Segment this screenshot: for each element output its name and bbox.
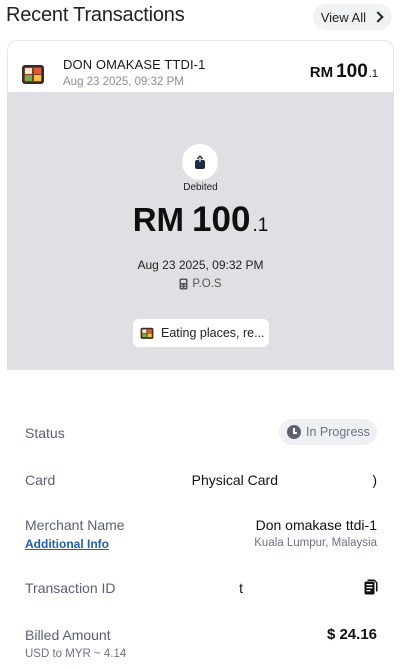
bento-box-icon xyxy=(140,327,154,339)
transaction-date: Aug 23 2025, 09:32 PM xyxy=(63,76,184,88)
category-label: Eating places, re... xyxy=(161,326,265,340)
channel-row: P.O.S xyxy=(7,278,394,290)
merchant-label: Merchant Name xyxy=(25,517,125,533)
card-terminal-icon xyxy=(179,278,188,290)
billed-amount-label: Billed Amount xyxy=(25,627,111,643)
transaction-detail-panel: Debited RM 100 .1 Aug 23 2025, 09:32 PM … xyxy=(7,92,394,370)
additional-info-link[interactable]: Additional Info xyxy=(25,537,109,551)
amount-decimal: .1 xyxy=(368,68,378,80)
header: Recent Transactions View All xyxy=(0,0,400,34)
merchant-location: Kuala Lumpur, Malaysia xyxy=(254,537,377,549)
detail-amount: RM 100 .1 xyxy=(7,200,394,240)
category-chip[interactable]: Eating places, re... xyxy=(133,319,269,347)
clock-icon xyxy=(287,425,301,439)
detail-date: Aug 23 2025, 09:32 PM xyxy=(137,258,264,272)
direction-label: Debited xyxy=(183,182,218,193)
fx-rate: USD to MYR ~ 4.14 xyxy=(25,648,127,660)
merchant-value: Don omakase ttdi-1 xyxy=(255,517,377,533)
detail-amount-decimal: .1 xyxy=(252,215,269,236)
page-title: Recent Transactions xyxy=(6,4,185,26)
billed-amount-value: $ 24.16 xyxy=(326,626,377,643)
view-all-button[interactable]: View All xyxy=(312,4,392,30)
transaction-id-value: t xyxy=(239,580,243,596)
status-badge: In Progress xyxy=(279,419,377,445)
view-all-label: View All xyxy=(320,9,366,25)
detail-amount-integer: 100 xyxy=(192,200,251,239)
card-label: Card xyxy=(25,472,56,488)
card-value: Physical Card xyxy=(191,472,278,488)
copy-icon[interactable] xyxy=(364,579,378,595)
detail-amount-currency: RM xyxy=(132,201,185,238)
status-value: In Progress xyxy=(306,425,370,439)
bento-box-icon xyxy=(22,65,44,84)
card-suffix: ) xyxy=(372,472,377,488)
status-label: Status xyxy=(25,425,65,441)
amount-integer: 100 xyxy=(336,61,368,82)
transaction-id-label: Transaction ID xyxy=(25,580,116,596)
transaction-amount: RM 100 .1 xyxy=(310,61,378,83)
channel-label: P.O.S xyxy=(192,278,222,290)
amount-currency: RM xyxy=(309,64,334,81)
transaction-card[interactable]: DON OMAKASE TTDI-1 Aug 23 2025, 09:32 PM… xyxy=(7,40,394,92)
merchant-name: DON OMAKASE TTDI-1 xyxy=(63,57,206,72)
chevron-right-icon xyxy=(372,11,384,23)
upload-arrow-icon xyxy=(182,144,218,180)
